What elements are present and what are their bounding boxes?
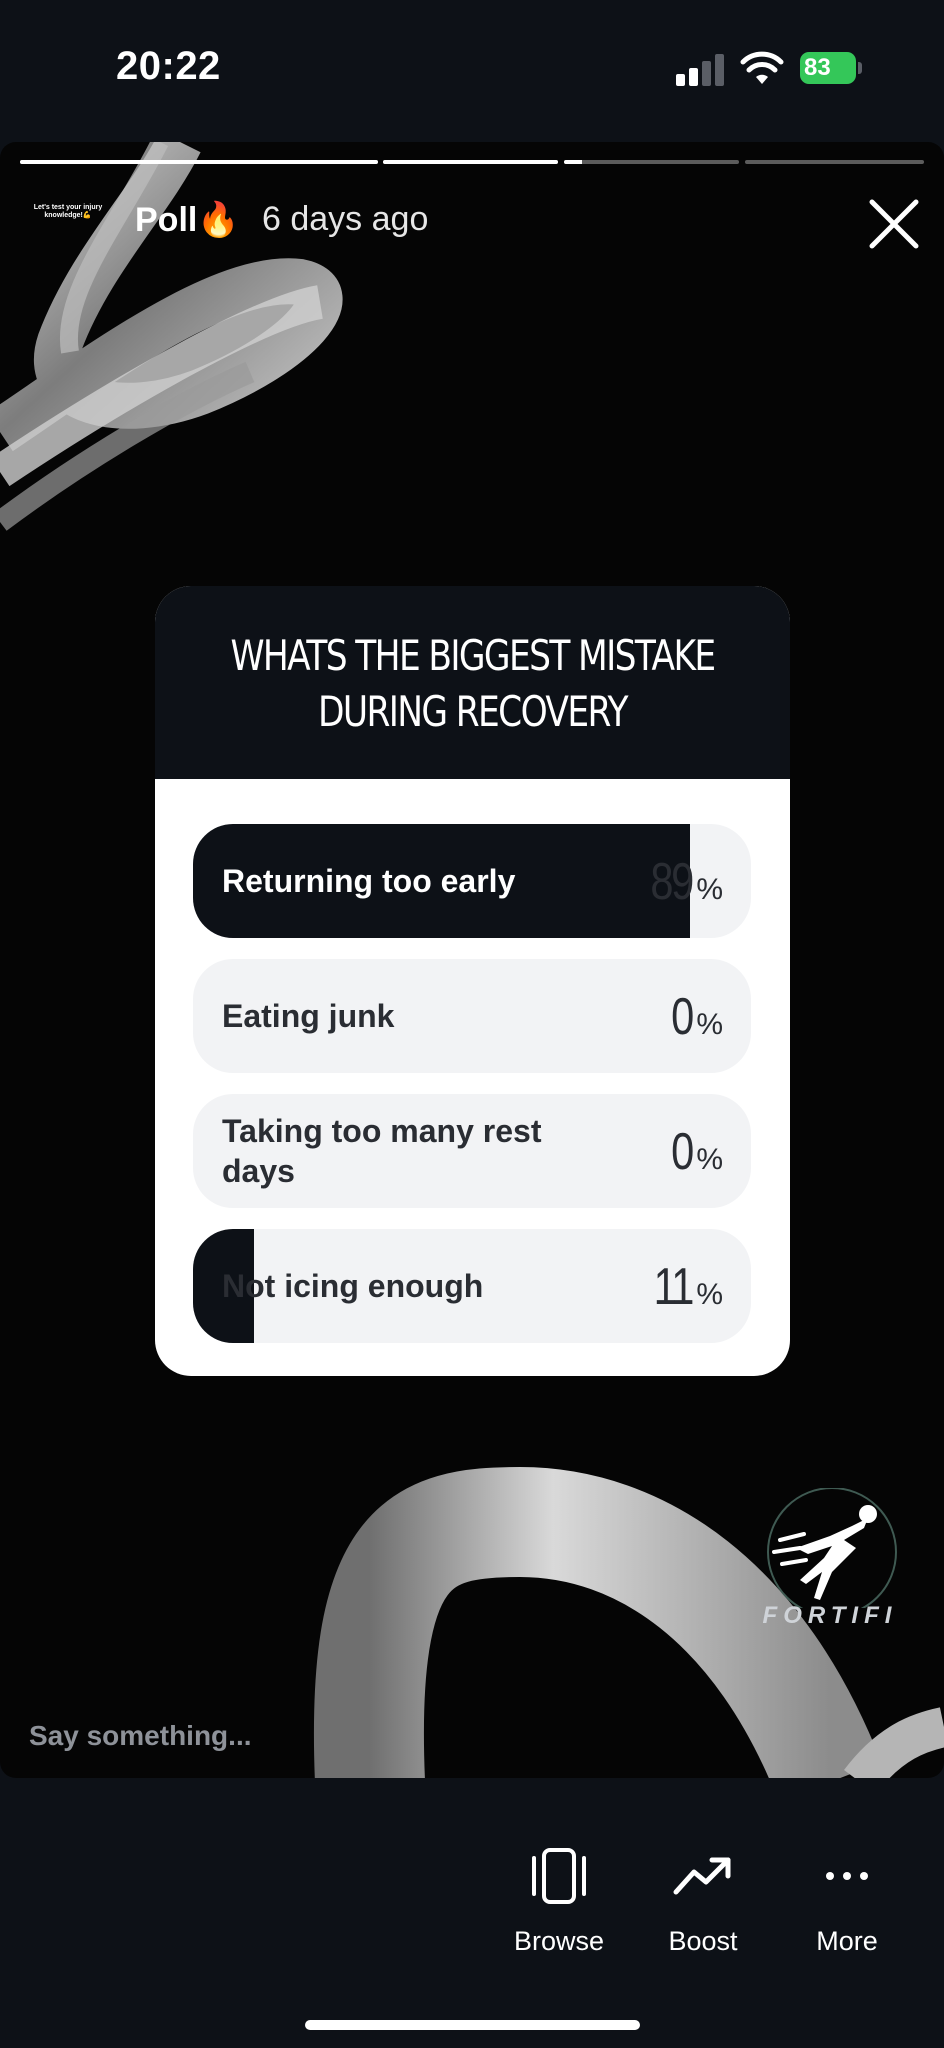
- story-viewer[interactable]: Let's test your injury knowledge!💪 Poll🔥…: [0, 142, 944, 1778]
- poll-option-percent: 89%: [650, 853, 723, 911]
- poll-sticker: WHATS THE BIGGEST MISTAKE DURING RECOVER…: [155, 586, 790, 1376]
- poll-option-label: Returning too early: [222, 863, 516, 899]
- story-timestamp: 6 days ago: [262, 200, 429, 238]
- home-indicator[interactable]: [305, 2020, 640, 2030]
- story-thumbnail[interactable]: Let's test your injury knowledge!💪: [28, 204, 108, 244]
- more-icon: [826, 1872, 868, 1880]
- poll-option-percent: 0%: [671, 988, 723, 1046]
- poll-option[interactable]: Eating junk 0%: [193, 959, 751, 1073]
- progress-segment: [20, 160, 378, 164]
- browse-button[interactable]: Browse: [494, 1846, 624, 1957]
- browse-icon: [532, 1848, 586, 1904]
- poll-option[interactable]: Returning too early 89%: [193, 824, 751, 938]
- battery-level: 83: [800, 52, 856, 84]
- status-bar: 20:22 83: [0, 0, 944, 140]
- bottom-action-bar: Browse Boost More: [0, 1778, 944, 2048]
- poll-option-label: Eating junk: [222, 998, 395, 1034]
- boost-button[interactable]: Boost: [638, 1846, 768, 1957]
- wifi-icon: [740, 51, 784, 84]
- browse-label: Browse: [513, 1926, 605, 1956]
- cellular-signal-icon: [676, 54, 726, 86]
- story-progress: [20, 160, 924, 164]
- progress-segment: [383, 160, 558, 164]
- more-label: More: [816, 1926, 878, 1956]
- brand-name: FORTIFI: [762, 1602, 898, 1629]
- story-title: Poll🔥: [135, 201, 240, 239]
- poll-option[interactable]: Taking too many rest days 0%: [193, 1094, 751, 1208]
- reply-input[interactable]: Say something...: [29, 1720, 252, 1752]
- poll-question: WHATS THE BIGGEST MISTAKE DURING RECOVER…: [230, 631, 716, 736]
- poll-option-label: Taking too many rest days: [222, 1113, 542, 1189]
- poll-option-percent: 11%: [653, 1258, 723, 1316]
- boost-label: Boost: [668, 1926, 738, 1956]
- trend-up-icon: [673, 1857, 731, 1895]
- runner-logo-icon: [767, 1487, 897, 1617]
- more-button[interactable]: More: [782, 1846, 912, 1957]
- progress-segment: [564, 160, 739, 164]
- progress-segment: [745, 160, 924, 164]
- poll-option[interactable]: Not icing enough 11%: [193, 1229, 751, 1343]
- poll-option-label: Not icing enough: [222, 1268, 484, 1304]
- poll-option-percent: 0%: [671, 1123, 723, 1181]
- battery-icon: 83: [800, 52, 862, 84]
- brand-logo: FORTIFI: [760, 1487, 900, 1648]
- status-time: 20:22: [116, 44, 221, 88]
- poll-header: WHATS THE BIGGEST MISTAKE DURING RECOVER…: [155, 586, 790, 779]
- close-icon[interactable]: [866, 196, 922, 252]
